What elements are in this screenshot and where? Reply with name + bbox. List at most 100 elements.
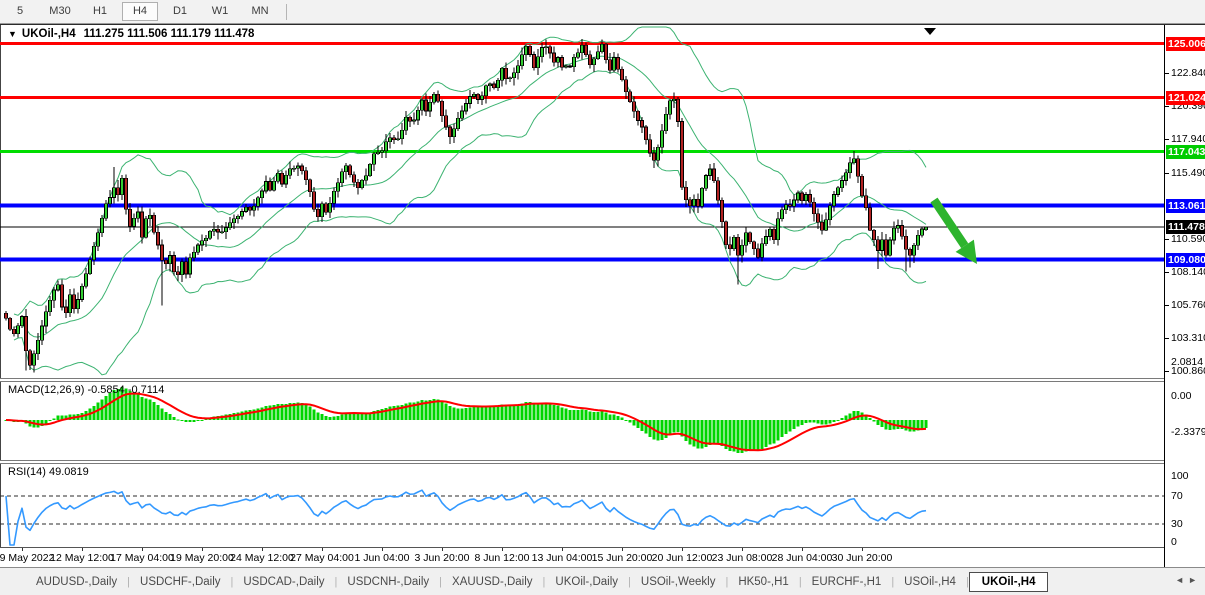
macd-histogram-bar: [169, 414, 172, 420]
timeframe-button-h1[interactable]: H1: [82, 2, 118, 21]
candle-body: [877, 240, 880, 251]
tabs-scroll-right-icon[interactable]: ►: [1188, 575, 1201, 585]
main-chart-canvas[interactable]: [0, 25, 1164, 378]
candle-body: [57, 285, 60, 290]
macd-histogram-bar: [869, 418, 872, 420]
time-label: 23 Jun 08:00: [712, 552, 773, 564]
tab-usoil-weekly[interactable]: USOil-,Weekly: [631, 572, 726, 592]
price-badge-111.478: 111.478: [1166, 220, 1205, 234]
tab-xauusd-daily[interactable]: XAUUSD-,Daily: [442, 572, 543, 592]
timeframe-button-d1[interactable]: D1: [162, 2, 198, 21]
rsi-axis-label: 0: [1171, 536, 1177, 548]
candle-body: [917, 235, 920, 245]
timeframe-button-w1[interactable]: W1: [202, 2, 238, 21]
candle-body: [845, 173, 848, 181]
macd-histogram-bar: [825, 420, 828, 425]
candle-body: [485, 86, 488, 96]
macd-histogram-bar: [333, 417, 336, 420]
candle-body: [433, 94, 436, 102]
macd-histogram-bar: [585, 410, 588, 420]
chart-frame: ▼UKOil-,H4111.275 111.506 111.179 111.47…: [0, 24, 1205, 568]
tab-eurchf-h1[interactable]: EURCHF-,H1: [802, 572, 892, 592]
tab-audusd-daily[interactable]: AUDUSD-,Daily: [26, 572, 127, 592]
candle-body: [469, 96, 472, 103]
macd-histogram-bar: [925, 420, 928, 428]
candle-body: [597, 52, 600, 59]
tab-usoil-h4[interactable]: USOil-,H4: [894, 572, 966, 592]
candle-body: [801, 193, 804, 201]
candle-body: [41, 326, 44, 340]
last-bar-marker: [924, 28, 936, 35]
macd-histogram-bar: [561, 407, 564, 420]
macd-histogram-bar: [901, 420, 904, 429]
candle-body: [533, 55, 536, 68]
macd-histogram-bar: [201, 420, 204, 421]
timeframe-button-h4[interactable]: H4: [122, 2, 158, 21]
candle-body: [825, 220, 828, 230]
candle-body: [369, 164, 372, 175]
candle-body: [549, 47, 552, 53]
macd-histogram-bar: [453, 408, 456, 420]
price-scale[interactable]: 122.840120.390117.940115.490110.590108.1…: [1165, 25, 1205, 568]
macd-histogram-bar: [481, 407, 484, 420]
candle-body: [505, 68, 508, 78]
tab-usdcad-daily[interactable]: USDCAD-,Daily: [233, 572, 334, 592]
candle-body: [881, 240, 884, 251]
price-badge-117.043: 117.043: [1166, 145, 1205, 159]
time-label: 17 May 04:00: [110, 552, 174, 564]
macd-histogram-bar: [577, 410, 580, 420]
candle-body: [365, 176, 368, 181]
price-tick: [1165, 73, 1169, 74]
tab-ukoil-h4[interactable]: UKOil-,H4: [969, 572, 1049, 592]
candle-body: [361, 180, 364, 188]
candle-body: [193, 252, 196, 258]
tab-ukoil-daily[interactable]: UKOil-,Daily: [545, 572, 628, 592]
candle-body: [721, 200, 724, 221]
price-badge-113.061: 113.061: [1166, 199, 1205, 213]
tab-hk50-h1[interactable]: HK50-,H1: [728, 572, 799, 592]
candle-body: [137, 212, 140, 218]
macd-histogram-bar: [841, 418, 844, 420]
candle-body: [457, 118, 460, 129]
candle-body: [349, 166, 352, 175]
macd-histogram-bar: [497, 405, 500, 420]
candle-body: [829, 206, 832, 220]
candle-body: [293, 168, 296, 169]
macd-histogram-bar: [805, 420, 808, 423]
candle-body: [861, 176, 864, 195]
candle-body: [513, 73, 516, 78]
candle-body: [325, 204, 328, 212]
candle-body: [429, 102, 432, 111]
macd-histogram-bar: [877, 420, 880, 425]
tab-usdcnh-daily[interactable]: USDCNH-,Daily: [337, 572, 439, 592]
macd-histogram-bar: [193, 420, 196, 422]
candle-body: [749, 233, 752, 242]
candle-body: [565, 66, 568, 67]
macd-histogram-bar: [889, 420, 892, 430]
price-tick: [1165, 239, 1169, 240]
candle-body: [637, 111, 640, 120]
timeframe-button-mn[interactable]: MN: [242, 2, 278, 21]
macd-histogram-bar: [301, 403, 304, 420]
candle-body: [545, 47, 548, 48]
candle-body: [585, 45, 588, 55]
candle-body: [29, 351, 32, 366]
tabs-scroll-left-icon[interactable]: ◄: [1175, 575, 1188, 585]
candle-body: [333, 191, 336, 203]
timeframe-button-5[interactable]: 5: [2, 2, 38, 21]
macd-histogram-bar: [777, 420, 780, 440]
time-axis[interactable]: 9 May 202212 May 12:0017 May 04:0019 May…: [0, 548, 1164, 568]
candle-body: [161, 245, 164, 260]
macd-histogram-bar: [745, 420, 748, 452]
tab-usdchf-daily[interactable]: USDCHF-,Daily: [130, 572, 231, 592]
timeframe-button-m30[interactable]: M30: [42, 2, 78, 21]
macd-histogram-bar: [337, 416, 340, 420]
macd-signal-line: [6, 394, 926, 451]
candle-body: [437, 94, 440, 101]
macd-histogram-bar: [749, 420, 752, 451]
macd-histogram-bar: [753, 420, 756, 450]
macd-histogram-bar: [625, 420, 628, 421]
rsi-label: RSI(14) 49.0819: [8, 466, 89, 478]
macd-panel-canvas: [0, 382, 1164, 460]
candle-body: [445, 116, 448, 127]
